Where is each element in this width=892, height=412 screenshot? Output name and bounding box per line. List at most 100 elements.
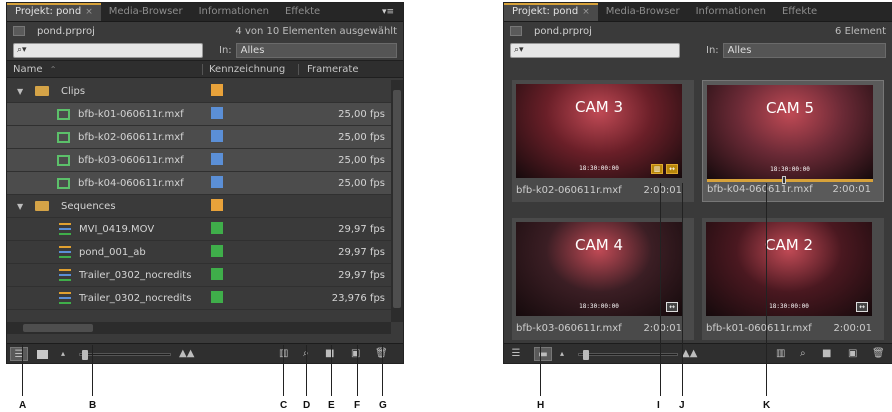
- scrub-playhead[interactable]: [781, 176, 786, 184]
- list-view-icon[interactable]: ☰: [507, 347, 525, 361]
- in-filter-select[interactable]: Alles: [235, 42, 397, 58]
- callout-line: [306, 345, 307, 396]
- list-view-icon[interactable]: ☰: [10, 347, 28, 361]
- item-name-cell: bfb-k02-060611r.mxf: [7, 131, 203, 143]
- column-header-framerate[interactable]: Framerate: [299, 64, 403, 75]
- automate-to-sequence-icon[interactable]: ▥: [776, 347, 785, 361]
- callout-letter: B: [89, 400, 97, 411]
- tab-bar: Projekt: pond × Media-Browser Information…: [504, 3, 892, 22]
- list-item[interactable]: MVI_0419.MOV 29,97 fps: [7, 218, 403, 241]
- close-icon[interactable]: ×: [582, 7, 590, 17]
- folder-icon[interactable]: ■: [325, 347, 334, 361]
- label-cell: [203, 175, 299, 191]
- callout-line: [766, 183, 767, 396]
- callout-letter: I: [657, 400, 660, 411]
- label-color-swatch[interactable]: [211, 152, 223, 165]
- icon-view-icon[interactable]: [37, 350, 48, 359]
- clip-thumbnail[interactable]: CAM 4 18:30:00:00 ↔: [516, 222, 682, 316]
- bottom-toolbar: ☰ ▬ ▴ ▲▲ ▥ ⌕ ■ ▣ 🗑: [504, 343, 892, 363]
- callout-line: [682, 183, 683, 396]
- callout-line: [382, 345, 383, 396]
- icon-view-icon[interactable]: ▬: [534, 347, 552, 361]
- disclosure-triangle-icon[interactable]: ▼: [17, 87, 25, 96]
- new-item-icon[interactable]: ▣: [848, 347, 857, 361]
- list-header: Name ⌃ Kennzeichnung Framerate: [7, 60, 403, 78]
- label-color-swatch[interactable]: [211, 198, 223, 211]
- search-row: ⌕▾ In: Alles: [7, 40, 403, 60]
- bin-row[interactable]: ▼ Sequences: [7, 195, 403, 218]
- label-color-swatch[interactable]: [211, 221, 223, 234]
- search-icon[interactable]: ⌕: [800, 347, 806, 361]
- label-color-swatch[interactable]: [211, 244, 223, 257]
- list-item[interactable]: bfb-k03-060611r.mxf 25,00 fps: [7, 149, 403, 172]
- list-item[interactable]: bfb-k04-060611r.mxf 25,00 fps: [7, 172, 403, 195]
- in-filter-select[interactable]: Alles: [722, 42, 886, 58]
- clip-thumbnail-item[interactable]: CAM 5 18:30:00:00 bfb-k04-060611r.mxf 2:00:…: [702, 80, 884, 202]
- clip-thumbnail-item[interactable]: CAM 4 18:30:00:00 ↔ bfb-k03-060611r.mxf 2:00…: [512, 218, 694, 340]
- tab-media-browser[interactable]: Media-Browser: [598, 3, 688, 21]
- label-cell: [203, 106, 299, 122]
- project-file-icon: [13, 26, 25, 36]
- zoom-slider[interactable]: [578, 350, 678, 360]
- item-name-cell: Trailer_0302_nocredits: [7, 269, 203, 281]
- framerate-cell: 25,00 fps: [338, 177, 385, 189]
- clip-duration: 2:00:01: [643, 323, 682, 334]
- bin-row[interactable]: ▼ Clips: [7, 80, 403, 103]
- callout-letter: J: [679, 400, 685, 411]
- list-item[interactable]: bfb-k01-060611r.mxf 25,00 fps: [7, 103, 403, 126]
- tab-effects[interactable]: Effekte: [774, 3, 825, 21]
- label-color-swatch[interactable]: [211, 267, 223, 280]
- item-name-cell: bfb-k04-060611r.mxf: [7, 177, 203, 189]
- search-row: ⌕▾ In: Alles: [504, 40, 892, 60]
- search-input[interactable]: ⌕▾: [13, 42, 203, 58]
- item-name: bfb-k03-060611r.mxf: [78, 154, 184, 166]
- tab-project[interactable]: Projekt: pond ×: [504, 3, 598, 21]
- timecode-overlay: 18:30:00:00: [770, 166, 810, 173]
- new-item-icon[interactable]: ▣: [351, 347, 360, 361]
- disclosure-triangle-icon[interactable]: ▼: [17, 202, 25, 211]
- mountain-large-icon: ▲▲: [682, 348, 698, 359]
- zoom-slider-knob[interactable]: [583, 350, 589, 360]
- sequence-icon: [59, 292, 71, 304]
- label-cell: [203, 244, 299, 260]
- clip-icon: [57, 154, 70, 166]
- label-color-swatch[interactable]: [211, 175, 223, 188]
- clip-thumbnail[interactable]: CAM 2 18:30:00:00 ↔: [706, 222, 872, 316]
- list-item[interactable]: Trailer_0302_nocredits 23,976 fps: [7, 287, 403, 310]
- zoom-slider-knob[interactable]: [82, 350, 88, 360]
- panel-menu-icon[interactable]: ▾≡: [379, 6, 397, 18]
- folder-icon[interactable]: ■: [822, 347, 831, 361]
- label-color-swatch[interactable]: [211, 83, 223, 96]
- label-color-swatch[interactable]: [211, 129, 223, 142]
- close-icon[interactable]: ×: [85, 7, 93, 17]
- callout-line: [331, 345, 332, 396]
- tab-info[interactable]: Informationen: [191, 3, 277, 21]
- clip-thumbnail-item[interactable]: CAM 2 18:30:00:00 ↔ bfb-k01-060611r.mxf 2:00…: [702, 218, 884, 340]
- tab-project[interactable]: Projekt: pond ×: [7, 3, 101, 21]
- list-item[interactable]: bfb-k02-060611r.mxf 25,00 fps: [7, 126, 403, 149]
- trash-icon[interactable]: 🗑: [872, 347, 885, 361]
- scroll-thumb[interactable]: [393, 90, 401, 308]
- label-color-swatch[interactable]: [211, 290, 223, 303]
- tab-info[interactable]: Informationen: [688, 3, 774, 21]
- label-color-swatch[interactable]: [211, 106, 223, 119]
- search-input[interactable]: ⌕▾: [510, 42, 680, 58]
- tab-project-label: Projekt: pond: [15, 6, 82, 17]
- clip-thumbnail[interactable]: CAM 3 18:30:00:00 ▥ ↔: [516, 84, 682, 178]
- search-icon: ⌕▾: [17, 44, 27, 55]
- project-panel-icon-view: Projekt: pond × Media-Browser Information…: [503, 2, 892, 364]
- callout-letter: F: [354, 400, 361, 411]
- clip-thumbnail[interactable]: CAM 5 18:30:00:00: [707, 85, 873, 179]
- hover-scrub-bar[interactable]: [707, 176, 873, 184]
- tab-media-browser[interactable]: Media-Browser: [101, 3, 191, 21]
- vertical-scrollbar[interactable]: [391, 80, 403, 322]
- list-item[interactable]: pond_001_ab 29,97 fps: [7, 241, 403, 264]
- clip-thumbnail-item[interactable]: CAM 3 18:30:00:00 ▥ ↔ bfb-k02-060611r.mxf 2:0…: [512, 80, 694, 202]
- tab-effects[interactable]: Effekte: [277, 3, 328, 21]
- scroll-thumb[interactable]: [23, 324, 93, 332]
- item-name: MVI_0419.MOV: [79, 223, 155, 235]
- column-header-label[interactable]: Kennzeichnung: [203, 63, 299, 75]
- list-item[interactable]: Trailer_0302_nocredits 29,97 fps: [7, 264, 403, 287]
- horizontal-scrollbar[interactable]: [7, 322, 391, 334]
- column-header-name[interactable]: Name ⌃: [7, 63, 203, 75]
